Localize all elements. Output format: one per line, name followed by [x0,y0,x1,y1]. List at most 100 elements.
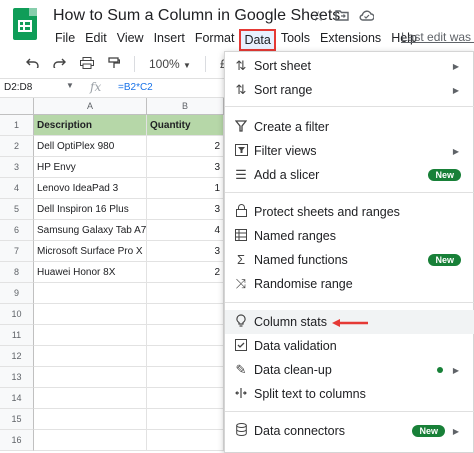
row-header[interactable]: 3 [0,157,34,178]
menu-divider [225,411,474,412]
row-header[interactable]: 16 [0,430,34,451]
undo-icon[interactable] [26,57,39,71]
row-header[interactable]: 5 [0,199,34,220]
empty-cell[interactable] [147,346,224,367]
table-cell[interactable]: 2 [147,136,224,157]
menu-insert[interactable]: Insert [149,29,190,51]
column-header-b[interactable]: B [147,98,224,115]
toolbar-divider [134,56,135,72]
menu-item-split-text[interactable]: Split text to columns [225,382,474,406]
menu-item-sort-range[interactable]: ⇅ Sort range ▶ [225,78,474,102]
table-cell[interactable]: 2 [147,262,224,283]
row-header[interactable]: 7 [0,241,34,262]
empty-cell[interactable] [34,409,147,430]
print-icon[interactable] [80,56,94,72]
header-cell-description[interactable]: Description [34,115,147,136]
table-cell[interactable]: Dell Inspiron 16 Plus [34,199,147,220]
menu-item-add-slicer[interactable]: ☰ Add a slicer New [225,163,474,187]
empty-cell[interactable] [34,304,147,325]
row-header[interactable]: 12 [0,346,34,367]
sheets-logo-icon[interactable] [13,8,37,40]
row-header[interactable]: 14 [0,388,34,409]
zoom-select[interactable]: 100% ▼ [149,57,191,71]
cloud-status-icon[interactable] [359,8,375,25]
menu-item-randomise-range[interactable]: ⤨ Randomise range [225,272,474,296]
empty-cell[interactable] [147,283,224,304]
column-header-a[interactable]: A [34,98,147,115]
empty-cell[interactable] [34,346,147,367]
menu-view[interactable]: View [112,29,149,51]
select-all-corner[interactable] [0,98,34,115]
row-header[interactable]: 15 [0,409,34,430]
menu-item-named-functions[interactable]: Σ Named functions New [225,248,474,272]
table-cell[interactable]: HP Envy [34,157,147,178]
row-header[interactable]: 6 [0,220,34,241]
table-cell[interactable]: Microsoft Surface Pro X [34,241,147,262]
row-header[interactable]: 8 [0,262,34,283]
menu-item-data-cleanup[interactable]: ✎ Data clean-up ▶ [225,358,474,382]
table-cell[interactable]: 4 [147,220,224,241]
menu-item-filter-views[interactable]: Filter views ▶ [225,139,474,163]
formula-input[interactable]: =B2*C2 [118,82,153,93]
menu-item-data-validation[interactable]: Data validation [225,334,474,358]
name-box[interactable]: D2:D8 [4,82,74,93]
menu-item-label: Column stats [254,315,327,329]
row-header[interactable]: 9 [0,283,34,304]
menu-item-label: Data validation [254,339,337,353]
star-icon[interactable]: ☆ [312,8,325,25]
sigma-icon: Σ [236,252,246,267]
row-header[interactable]: 10 [0,304,34,325]
menu-format[interactable]: Format [190,29,240,51]
split-columns-icon [234,387,248,402]
menu-item-named-ranges[interactable]: Named ranges [225,224,474,248]
table-cell[interactable]: 3 [147,157,224,178]
table-cell[interactable]: 1 [147,178,224,199]
menu-file[interactable]: File [50,29,80,51]
empty-cell[interactable] [34,283,147,304]
row-header[interactable]: 2 [0,136,34,157]
table-cell[interactable]: 3 [147,199,224,220]
empty-cell[interactable] [147,388,224,409]
empty-cell[interactable] [147,367,224,388]
row-header[interactable]: 1 [0,115,34,136]
table-cell[interactable]: Dell OptiPlex 980 [34,136,147,157]
empty-cell[interactable] [147,325,224,346]
last-edit-link[interactable]: Last edit was 6 [401,30,474,44]
menu-extensions[interactable]: Extensions [315,29,386,51]
named-ranges-icon [234,228,248,244]
empty-cell[interactable] [147,304,224,325]
menu-item-label: Add a slicer [254,168,320,182]
menu-item-label: Data connectors [254,424,346,438]
table-cell[interactable]: Samsung Galaxy Tab A7 [34,220,147,241]
menu-tools[interactable]: Tools [276,29,315,51]
chevron-down-icon[interactable]: ▼ [66,81,74,90]
empty-cell[interactable] [147,430,224,451]
empty-cell[interactable] [34,325,147,346]
row-header[interactable]: 13 [0,367,34,388]
redo-icon[interactable] [53,57,66,71]
table-cell[interactable]: Huawei Honor 8X [34,262,147,283]
annotation-arrow-icon [332,319,368,327]
paint-format-icon[interactable] [108,56,121,72]
menu-item-sort-sheet[interactable]: ⇅ Sort sheet ▶ [225,54,474,78]
menu-data[interactable]: Data [239,29,276,51]
row-header[interactable]: 4 [0,178,34,199]
empty-cell[interactable] [34,367,147,388]
empty-cell[interactable] [34,430,147,451]
new-badge: New [428,169,461,181]
filter-views-icon [234,143,248,159]
menu-item-data-connectors[interactable]: Data connectors New ▶ [225,419,474,443]
empty-cell[interactable] [147,409,224,430]
menu-item-create-filter[interactable]: Create a filter [225,115,474,139]
menu-edit[interactable]: Edit [80,29,112,51]
row-header[interactable]: 11 [0,325,34,346]
menu-bar: File Edit View Insert Format Data Tools … [50,29,422,51]
table-cell[interactable]: Lenovo IdeaPad 3 [34,178,147,199]
document-title[interactable]: How to Sum a Column in Google Sheets [53,7,340,25]
header-cell-quantity[interactable]: Quantity [147,115,224,136]
empty-cell[interactable] [34,388,147,409]
table-cell[interactable]: 3 [147,241,224,262]
menu-item-protect-ranges[interactable]: Protect sheets and ranges [225,200,474,224]
folder-move-icon[interactable] [334,8,349,25]
menu-item-label: Create a filter [254,120,330,134]
